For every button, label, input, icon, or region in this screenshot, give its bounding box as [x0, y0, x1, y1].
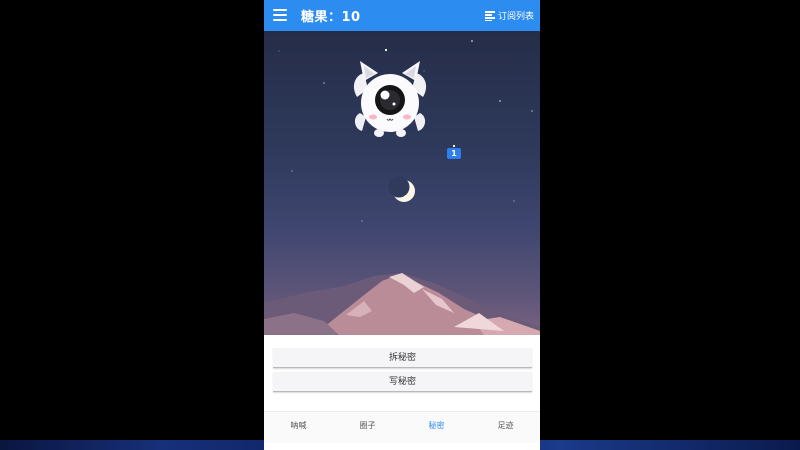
mountain-range: [264, 273, 540, 335]
crescent-moon-icon: [388, 176, 415, 202]
subscribe-list-button[interactable]: 订阅列表: [484, 8, 534, 23]
night-sky-scene: 1: [264, 31, 540, 335]
open-secret-button[interactable]: 拆秘密: [273, 348, 532, 368]
list-icon: [484, 10, 495, 21]
tab-footprint[interactable]: 足迹: [471, 420, 540, 431]
bottom-tab-bar: 呐喊 圈子 秘密 足迹: [264, 411, 540, 443]
app-window: 糖果：10 订阅列表 1 拆秘密 写秘密 呐喊 圈子 秘密 足迹: [264, 0, 540, 450]
tab-circle[interactable]: 圈子: [333, 420, 402, 431]
subscribe-list-label: 订阅列表: [497, 12, 534, 22]
tab-shout[interactable]: 呐喊: [264, 420, 333, 431]
scene-art: [264, 40, 540, 335]
notification-badge[interactable]: 1: [447, 148, 461, 159]
secret-actions: 拆秘密 写秘密: [264, 335, 540, 411]
tab-secret[interactable]: 秘密: [402, 420, 471, 431]
menu-icon[interactable]: [273, 9, 287, 21]
cyclops-cat-mascot[interactable]: [353, 61, 427, 137]
app-header: 糖果：10 订阅列表: [264, 0, 540, 31]
candy-count-title: 糖果：10: [301, 10, 361, 25]
write-secret-button[interactable]: 写秘密: [273, 372, 532, 392]
